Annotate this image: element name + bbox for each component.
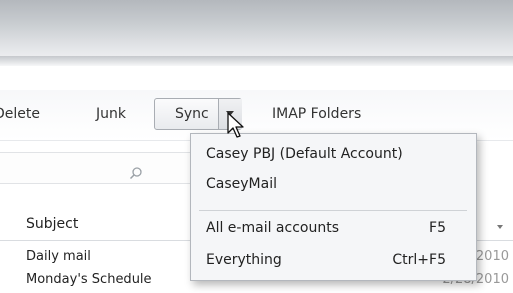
menu-item-default-account[interactable]: Casey PBJ (Default Account) bbox=[191, 140, 476, 168]
message-subject[interactable]: Daily mail bbox=[26, 249, 91, 264]
menu-item-label: CaseyMail bbox=[206, 176, 277, 192]
menu-item-shortcut: F5 bbox=[429, 220, 446, 236]
menu-item-everything[interactable]: Everything Ctrl+F5 bbox=[191, 246, 476, 274]
menu-item-label: All e-mail accounts bbox=[206, 220, 339, 236]
search-icon[interactable] bbox=[128, 166, 144, 182]
imap-folders-button[interactable]: IMAP Folders bbox=[272, 101, 361, 127]
search-input[interactable] bbox=[0, 152, 200, 184]
menu-item-shortcut: Ctrl+F5 bbox=[392, 252, 446, 268]
sync-dropdown-menu: Casey PBJ (Default Account) CaseyMail Al… bbox=[190, 133, 477, 281]
delete-button[interactable]: Delete bbox=[0, 101, 40, 127]
mouse-pointer-icon bbox=[227, 112, 244, 138]
menu-separator bbox=[199, 210, 467, 211]
junk-button[interactable]: Junk bbox=[96, 101, 126, 127]
menu-item-caseymail[interactable]: CaseyMail bbox=[191, 170, 476, 198]
menu-item-all-accounts[interactable]: All e-mail accounts F5 bbox=[191, 214, 476, 242]
menu-item-label: Casey PBJ (Default Account) bbox=[206, 146, 403, 162]
sort-arrow-icon[interactable] bbox=[497, 225, 503, 229]
sync-button-label: Sync bbox=[175, 106, 209, 122]
title-bar-edge bbox=[0, 56, 513, 66]
column-subject[interactable]: Subject bbox=[26, 216, 78, 232]
message-subject[interactable]: Monday's Schedule bbox=[26, 272, 152, 287]
message-date: 2010 bbox=[475, 249, 509, 264]
menu-item-label: Everything bbox=[206, 252, 282, 268]
